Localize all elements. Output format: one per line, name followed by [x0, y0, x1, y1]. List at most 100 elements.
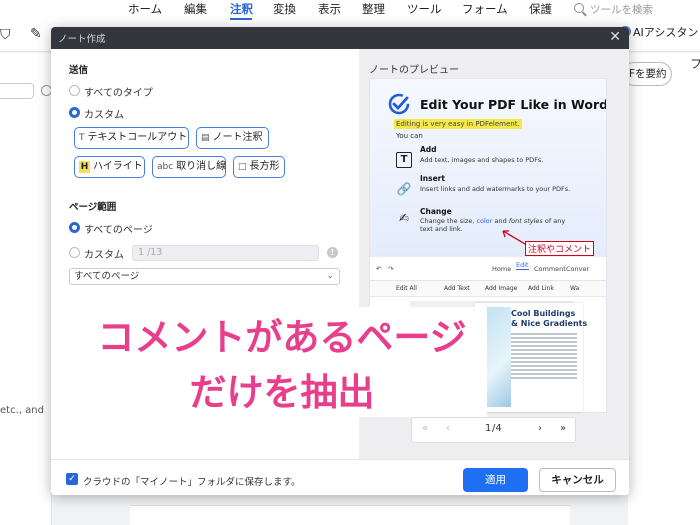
- type-highlight[interactable]: H ハイライト: [74, 156, 145, 178]
- save-to-cloud-checkbox[interactable]: ✓: [66, 473, 78, 485]
- change-desc-part: Change the: [420, 217, 460, 225]
- type-rectangle-label: 長方形: [249, 161, 280, 172]
- feature-insert-title: Insert: [420, 174, 445, 183]
- radio-all-pages[interactable]: [69, 222, 80, 233]
- active-menu-indicator: [230, 18, 252, 20]
- page-range-label: ページ範囲: [69, 202, 117, 213]
- doc-line: [511, 333, 577, 335]
- cancel-button[interactable]: キャンセル: [539, 468, 616, 492]
- info-icon[interactable]: !: [327, 247, 338, 258]
- type-text-callout[interactable]: T テキストコールアウト: [74, 127, 189, 149]
- change-desc-size: size: [459, 217, 473, 225]
- preview-tool-add-image: Add Image: [485, 285, 518, 292]
- custom-page-range-input[interactable]: 1 /13: [132, 245, 319, 261]
- left-panel: [0, 53, 52, 525]
- page-filter-select[interactable]: すべてのページ ⌄: [69, 268, 340, 285]
- type-rectangle[interactable]: □ 長方形: [233, 156, 285, 178]
- dialog-title-bar: ノート作成 ✕: [51, 27, 629, 49]
- check-circle-icon: [388, 93, 410, 115]
- apply-button[interactable]: 適用: [463, 468, 528, 492]
- redo-icon: ↷: [388, 265, 394, 273]
- right-panel: [628, 53, 700, 525]
- menu-home[interactable]: ホーム: [128, 1, 162, 17]
- stamp-icon[interactable]: ⛉: [0, 27, 11, 43]
- right-panel-heading: フ: [690, 57, 700, 71]
- radio-all-types-label: すべてのタイプ: [84, 88, 153, 99]
- save-to-cloud-label: クラウドの「マイノート」フォルダに保存します。: [83, 477, 301, 488]
- ai-assistant-button[interactable]: AIアシスタン: [620, 24, 698, 40]
- doc-line: [511, 373, 577, 375]
- dialog-title: ノート作成: [58, 34, 106, 45]
- highlight-icon: H: [79, 161, 90, 173]
- doc-line: [511, 357, 577, 359]
- menu-organize[interactable]: 整理: [362, 1, 385, 17]
- menu-annotate[interactable]: 注釈: [230, 1, 253, 17]
- search-input[interactable]: ツールを検索: [590, 2, 653, 17]
- type-strikethrough[interactable]: abc 取り消し線: [152, 156, 226, 178]
- doc-line: [511, 349, 577, 351]
- search-icon[interactable]: [574, 3, 584, 13]
- prev-page-button[interactable]: ‹: [446, 423, 450, 434]
- undo-icon: ↶: [376, 265, 382, 273]
- next-page-button[interactable]: ›: [538, 423, 542, 434]
- type-note-annotation[interactable]: ▤ ノート注釈: [196, 127, 269, 149]
- annotation-label: 注釈やコメント: [525, 241, 595, 256]
- doc-line: [511, 377, 577, 379]
- preview-tool-watermark: Wa: [570, 285, 580, 292]
- total-pages: /4: [492, 423, 502, 434]
- menu-protect[interactable]: 保護: [529, 1, 552, 17]
- send-section-label: 送信: [69, 65, 89, 76]
- preview-tab-comment: Comment: [534, 265, 566, 273]
- radio-custom-types-label: カスタム: [84, 110, 124, 121]
- type-note-annotation-label: ノート注釈: [212, 132, 263, 143]
- preview-pager: « ‹ 1 /4 › »: [411, 417, 576, 443]
- menu-edit[interactable]: 編集: [184, 1, 207, 17]
- strikethrough-icon: abc: [157, 162, 174, 172]
- page-filter-value: すべてのページ: [74, 271, 140, 282]
- preview-tab-convert: Conver: [566, 265, 590, 273]
- link-icon: 🔗: [396, 182, 412, 196]
- menu-view[interactable]: 表示: [318, 1, 341, 17]
- preview-tab-edit: Edit: [516, 261, 529, 270]
- menu-form[interactable]: フォーム: [462, 1, 508, 17]
- menu-bar: ホーム 編集 注釈 変換 表示 整理 ツール フォーム 保護 ツールを検索: [0, 0, 700, 22]
- radio-custom-pages[interactable]: [69, 247, 80, 258]
- pen-icon[interactable]: ✎: [30, 26, 42, 42]
- doc-line: [511, 369, 577, 371]
- left-input[interactable]: [0, 83, 34, 99]
- change-desc-font-styles: font styles: [508, 217, 543, 225]
- preview-title: ノートのプレビュー: [369, 65, 459, 76]
- doc-line: [511, 353, 577, 355]
- caption-line-2: だけを抽出: [189, 371, 375, 414]
- text-callout-icon: T: [79, 133, 85, 143]
- preview-highlight-text: Editing is very easy in PDFelement.: [394, 119, 522, 129]
- type-strikethrough-label: 取り消し線: [176, 161, 227, 172]
- radio-all-types[interactable]: [69, 85, 80, 96]
- first-page-button[interactable]: «: [422, 423, 428, 434]
- radio-all-pages-label: すべてのページ: [84, 225, 153, 236]
- preview-tool-edit-all: Edit All: [396, 285, 417, 292]
- doc-title-line-2: & Nice Gradients: [511, 319, 588, 328]
- radio-custom-pages-label: カスタム: [84, 250, 124, 261]
- text-box-icon: T: [396, 152, 412, 168]
- preview-doc-title: Cool Buildings & Nice Gradients: [511, 309, 587, 329]
- preview-heading: Edit Your PDF Like in Word: [420, 97, 606, 112]
- summarize-pdf-button[interactable]: Fを要約: [622, 62, 672, 86]
- preview-tool-add-link: Add Link: [528, 285, 554, 292]
- preview-app-tools: Edit All Add Text Add Image Add Link Wa: [370, 281, 606, 297]
- pen-edit-icon: ✍: [398, 211, 410, 225]
- preview-app-tabs: ↶ ↷ Home Edit Comment Conver: [370, 257, 606, 281]
- last-page-button[interactable]: »: [560, 423, 566, 434]
- radio-custom-types[interactable]: [69, 107, 80, 118]
- type-highlight-label: ハイライト: [93, 161, 143, 172]
- doc-line: [511, 337, 577, 339]
- feature-change-desc: Change the size, color and font styles o…: [420, 217, 565, 225]
- chevron-down-icon: ⌄: [326, 271, 334, 281]
- feature-change-desc-2: text and link.: [420, 225, 463, 233]
- current-page[interactable]: 1: [485, 423, 491, 434]
- close-icon[interactable]: ✕: [609, 29, 621, 45]
- menu-convert[interactable]: 変換: [273, 1, 296, 17]
- doc-line: [511, 365, 577, 367]
- menu-tools[interactable]: ツール: [407, 1, 442, 17]
- feature-add-title: Add: [420, 145, 437, 154]
